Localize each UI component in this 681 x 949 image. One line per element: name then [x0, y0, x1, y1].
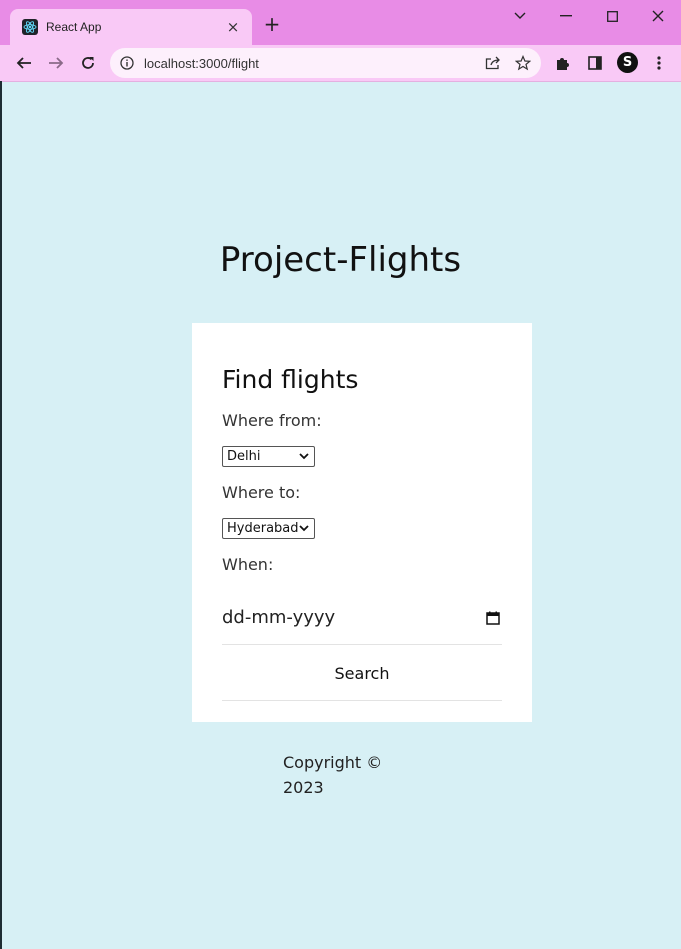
date-input[interactable]: dd-mm-yyyy — [222, 591, 502, 645]
chevron-down-icon — [298, 451, 310, 463]
to-select[interactable]: Hyderabad — [222, 518, 315, 539]
from-label: Where from: — [222, 411, 322, 430]
when-label: When: — [222, 555, 274, 574]
calendar-icon[interactable] — [486, 611, 500, 625]
date-placeholder: dd-mm-yyyy — [222, 607, 336, 628]
kebab-menu-icon[interactable] — [649, 53, 669, 73]
reload-icon[interactable] — [78, 53, 98, 73]
url-text[interactable]: localhost:3000/flight — [144, 56, 485, 71]
back-arrow-icon[interactable] — [14, 53, 34, 73]
from-select[interactable]: Delhi — [222, 446, 315, 467]
card-heading: Find flights — [222, 365, 359, 394]
footer-copyright: Copyright © 2023 — [283, 753, 383, 797]
window-edge — [0, 81, 2, 949]
address-bar[interactable]: localhost:3000/flight — [110, 48, 541, 78]
to-select-value: Hyderabad — [227, 521, 299, 536]
side-panel-icon[interactable] — [585, 53, 605, 73]
bookmark-star-icon[interactable] — [515, 55, 531, 71]
tab-close-icon[interactable]: × — [224, 18, 242, 36]
forward-arrow-icon[interactable] — [46, 53, 66, 73]
tab-search-chevron-icon[interactable] — [508, 6, 532, 26]
page-title: Project-Flights — [219, 240, 462, 280]
minimize-icon[interactable] — [554, 6, 578, 26]
search-button[interactable]: Search — [222, 646, 502, 701]
close-window-icon[interactable] — [646, 6, 670, 26]
profile-avatar[interactable]: S — [617, 52, 638, 73]
chevron-down-icon — [299, 523, 311, 535]
to-label: Where to: — [222, 483, 301, 502]
tab-title: React App — [46, 20, 102, 34]
browser-toolbar: localhost:3000/flight S — [0, 45, 681, 82]
flight-search-card: Find flights Where from: Delhi Where to:… — [192, 323, 532, 722]
share-icon[interactable] — [485, 56, 501, 70]
extensions-puzzle-icon[interactable] — [553, 53, 573, 73]
site-info-icon[interactable] — [120, 56, 134, 70]
react-logo-icon — [22, 19, 38, 35]
new-tab-button[interactable]: + — [262, 14, 282, 34]
browser-titlebar: React App × + — [0, 0, 681, 45]
from-select-value: Delhi — [227, 449, 261, 464]
browser-tab[interactable]: React App × — [10, 9, 252, 45]
maximize-icon[interactable] — [600, 6, 624, 26]
